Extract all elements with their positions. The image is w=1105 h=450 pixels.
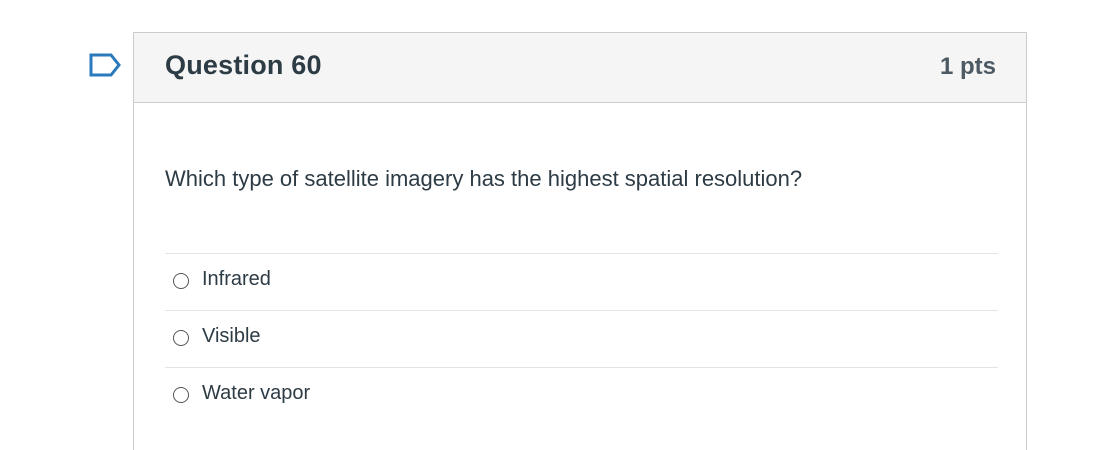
answer-label[interactable]: Visible <box>202 325 261 348</box>
answer-label[interactable]: Water vapor <box>202 382 310 405</box>
answer-option-water-vapor[interactable]: Water vapor <box>165 367 998 424</box>
answer-option-visible[interactable]: Visible <box>165 310 998 367</box>
answer-list: Infrared Visible Water vapor <box>165 253 998 424</box>
question-card: Question 60 1 pts Which type of satellit… <box>133 32 1027 450</box>
question-text: Which type of satellite imagery has the … <box>165 166 803 191</box>
radio-button[interactable] <box>173 387 189 403</box>
quiz-page: Question 60 1 pts Which type of satellit… <box>0 0 1105 450</box>
flag-question-icon[interactable] <box>88 52 122 78</box>
radio-button[interactable] <box>173 330 189 346</box>
radio-button[interactable] <box>173 273 189 289</box>
question-title: Question 60 <box>165 50 322 80</box>
answer-option-infrared[interactable]: Infrared <box>165 253 998 310</box>
question-header: Question 60 1 pts <box>134 33 1026 103</box>
question-points: 1 pts <box>939 53 996 80</box>
answer-label[interactable]: Infrared <box>202 268 271 291</box>
